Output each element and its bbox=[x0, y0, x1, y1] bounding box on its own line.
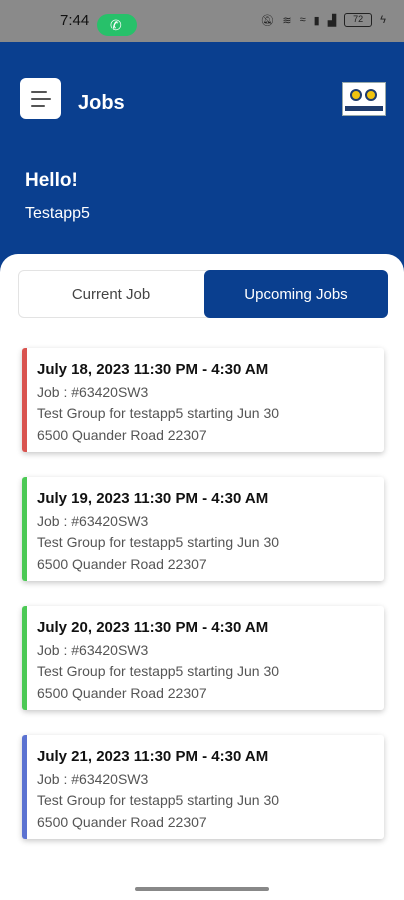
active-call-indicator[interactable]: ✆ bbox=[97, 14, 137, 36]
content-sheet: Current Job Upcoming Jobs July 18, 2023 … bbox=[0, 254, 404, 900]
job-group: Test Group for testapp5 starting Jun 30 bbox=[37, 792, 280, 808]
job-number: Job : #63420SW3 bbox=[37, 384, 149, 400]
lte-icon: ▮ bbox=[313, 14, 320, 27]
job-date: July 21, 2023 11:30 PM - 4:30 AM bbox=[37, 748, 269, 765]
brand-logo bbox=[342, 82, 386, 116]
job-address: 6500 Quander Road 22307 bbox=[37, 427, 207, 443]
job-group: Test Group for testapp5 starting Jun 30 bbox=[37, 663, 280, 679]
job-status-bar bbox=[22, 606, 27, 710]
job-address: 6500 Quander Road 22307 bbox=[37, 814, 207, 830]
status-icons: 🔕︎ ≋ ≈ ▮ ▟ 72 ϟ bbox=[260, 13, 386, 27]
job-status-bar bbox=[22, 735, 27, 839]
tab-current-job[interactable]: Current Job bbox=[19, 270, 203, 318]
greeting: Hello! bbox=[25, 170, 78, 191]
signal-icon: ▟ bbox=[327, 14, 337, 27]
job-address: 6500 Quander Road 22307 bbox=[37, 556, 207, 572]
job-status-bar bbox=[22, 477, 27, 581]
status-bar: 7:44 ✆ 🔕︎ ≋ ≈ ▮ ▟ 72 ϟ bbox=[0, 0, 404, 42]
logo-text-mark bbox=[345, 106, 383, 111]
username: Testapp5 bbox=[25, 205, 90, 222]
menu-icon-line bbox=[31, 105, 45, 107]
job-date: July 20, 2023 11:30 PM - 4:30 AM bbox=[37, 619, 269, 636]
job-address: 6500 Quander Road 22307 bbox=[37, 685, 207, 701]
home-indicator[interactable] bbox=[135, 887, 269, 891]
logo-mark bbox=[365, 89, 377, 101]
job-group: Test Group for testapp5 starting Jun 30 bbox=[37, 534, 280, 550]
battery-icon: 72 bbox=[344, 13, 373, 27]
phone-icon: ✆ bbox=[110, 17, 122, 33]
mute-icon: 🔕︎ bbox=[260, 14, 275, 27]
job-card[interactable]: July 21, 2023 11:30 PM - 4:30 AM Job : #… bbox=[22, 735, 384, 839]
job-date: July 18, 2023 11:30 PM - 4:30 AM bbox=[37, 361, 269, 378]
job-number: Job : #63420SW3 bbox=[37, 771, 149, 787]
job-card[interactable]: July 20, 2023 11:30 PM - 4:30 AM Job : #… bbox=[22, 606, 384, 710]
job-group: Test Group for testapp5 starting Jun 30 bbox=[37, 405, 280, 421]
job-number: Job : #63420SW3 bbox=[37, 513, 149, 529]
menu-icon-line bbox=[31, 98, 51, 100]
logo-mark bbox=[350, 89, 362, 101]
job-card[interactable]: July 19, 2023 11:30 PM - 4:30 AM Job : #… bbox=[22, 477, 384, 581]
app-header: Jobs Hello! Testapp5 bbox=[0, 42, 404, 267]
wifi-icon: ≈ bbox=[299, 14, 306, 26]
job-number: Job : #63420SW3 bbox=[37, 642, 149, 658]
menu-button[interactable] bbox=[20, 78, 61, 119]
charging-icon: ϟ bbox=[380, 14, 386, 26]
tab-upcoming-jobs[interactable]: Upcoming Jobs bbox=[204, 270, 388, 318]
status-time: 7:44 bbox=[60, 12, 90, 29]
job-status-bar bbox=[22, 348, 27, 452]
job-date: July 19, 2023 11:30 PM - 4:30 AM bbox=[37, 490, 269, 507]
job-tabs: Current Job Upcoming Jobs bbox=[18, 270, 388, 318]
job-card[interactable]: July 18, 2023 11:30 PM - 4:30 AM Job : #… bbox=[22, 348, 384, 452]
menu-icon bbox=[31, 91, 47, 93]
speed-icon: ≋ bbox=[282, 14, 292, 27]
page-title: Jobs bbox=[78, 92, 125, 114]
